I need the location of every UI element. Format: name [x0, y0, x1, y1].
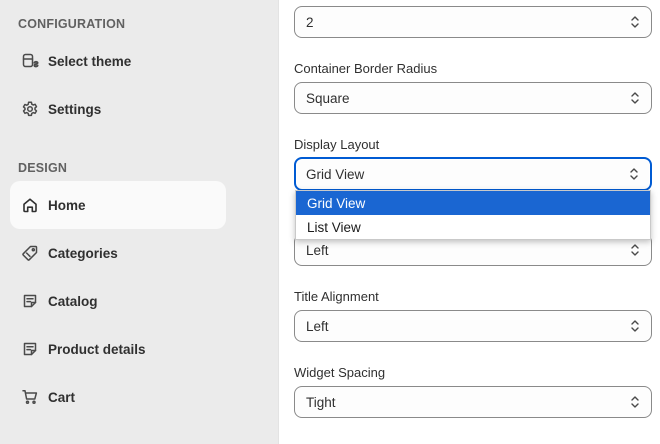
label-widget-spacing: Widget Spacing — [294, 365, 386, 380]
select-value: 2 — [306, 14, 314, 30]
sidebar-item-label: Categories — [48, 245, 118, 261]
sidebar-item-catalog[interactable]: Catalog — [10, 277, 226, 325]
select-title-alignment[interactable]: Left — [294, 310, 652, 342]
select-value: Grid View — [306, 166, 365, 182]
theme-icon — [21, 52, 39, 70]
sidebar-item-label: Cart — [48, 389, 76, 405]
product-details-icon — [21, 340, 39, 358]
sidebar-item-home[interactable]: Home — [10, 181, 226, 229]
chevron-up-down-icon — [630, 91, 640, 105]
label-title-alignment: Title Alignment — [294, 289, 379, 304]
chevron-up-down-icon — [630, 395, 640, 409]
gear-icon — [21, 100, 39, 118]
sidebar-item-product-details[interactable]: Product details — [10, 325, 226, 373]
select-value: Left — [306, 242, 329, 258]
option-list-view[interactable]: List View — [296, 215, 650, 239]
section-heading-design: DESIGN — [18, 161, 68, 175]
gutter — [238, 0, 278, 444]
select-columns[interactable]: 2 — [294, 6, 652, 38]
home-icon — [21, 196, 39, 214]
display-layout-options: Grid View List View — [295, 190, 651, 240]
select-container-border-radius[interactable]: Square — [294, 82, 652, 114]
sidebar-item-label: Select theme — [48, 53, 132, 69]
label-container-border-radius: Container Border Radius — [294, 61, 438, 76]
chevron-up-down-icon — [629, 167, 639, 181]
sidebar-item-categories[interactable]: Categories — [10, 229, 226, 277]
chevron-up-down-icon — [630, 319, 640, 333]
sidebar: CONFIGURATION Select theme Settings DESI… — [0, 0, 238, 444]
select-widget-spacing[interactable]: Tight — [294, 386, 652, 418]
sidebar-item-cart[interactable]: Cart — [10, 373, 226, 421]
sidebar-item-select-theme[interactable]: Select theme — [10, 37, 226, 85]
sidebar-item-label: Catalog — [48, 293, 98, 309]
tag-icon — [21, 244, 39, 262]
select-value: Square — [306, 90, 350, 106]
section-heading-configuration: CONFIGURATION — [18, 17, 126, 31]
chevron-up-down-icon — [630, 243, 640, 257]
chevron-up-down-icon — [630, 15, 640, 29]
select-value: Tight — [306, 394, 336, 410]
catalog-icon — [21, 292, 39, 310]
sidebar-item-label: Product details — [48, 341, 146, 357]
select-display-layout[interactable]: Grid View — [294, 157, 652, 191]
sidebar-item-settings[interactable]: Settings — [10, 85, 226, 133]
select-value: Left — [306, 318, 329, 334]
option-grid-view[interactable]: Grid View — [296, 191, 650, 215]
label-display-layout: Display Layout — [294, 137, 380, 152]
sidebar-item-label: Settings — [48, 101, 102, 117]
sidebar-item-label: Home — [48, 197, 86, 213]
cart-icon — [21, 388, 39, 406]
